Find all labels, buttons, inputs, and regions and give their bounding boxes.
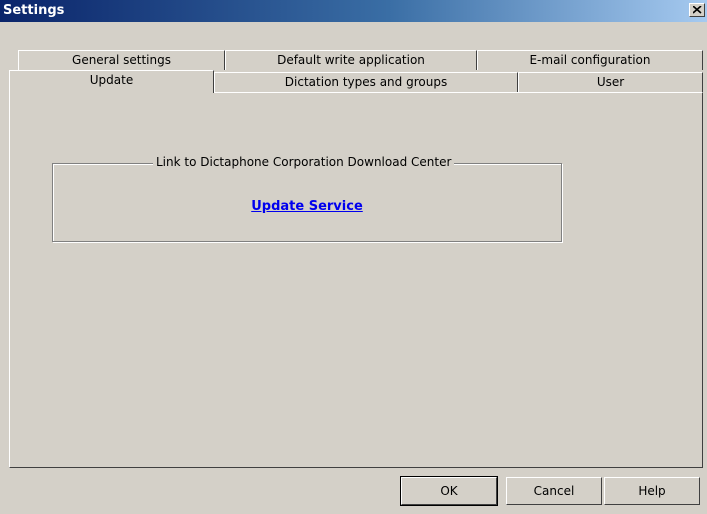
close-button[interactable] [689, 3, 705, 17]
help-button[interactable]: Help [604, 477, 700, 505]
close-x-icon [693, 6, 702, 14]
cancel-button[interactable]: Cancel [506, 477, 602, 505]
tab-panel-update [9, 92, 703, 468]
ok-button[interactable]: OK [400, 476, 498, 506]
tab-dictation-types-and-groups[interactable]: Dictation types and groups [214, 72, 518, 92]
tab-email-configuration[interactable]: E-mail configuration [477, 50, 703, 70]
download-center-groupbox: Link to Dictaphone Corporation Download … [52, 155, 562, 242]
groupbox-label: Link to Dictaphone Corporation Download … [153, 155, 455, 169]
update-service-link[interactable]: Update Service [53, 199, 561, 214]
tab-update[interactable]: Update [9, 70, 214, 93]
tab-default-write-application[interactable]: Default write application [225, 50, 477, 70]
tab-general-settings[interactable]: General settings [18, 50, 225, 70]
tab-user[interactable]: User [518, 72, 703, 92]
window-title: Settings [3, 3, 65, 18]
title-bar: Settings [0, 0, 707, 22]
